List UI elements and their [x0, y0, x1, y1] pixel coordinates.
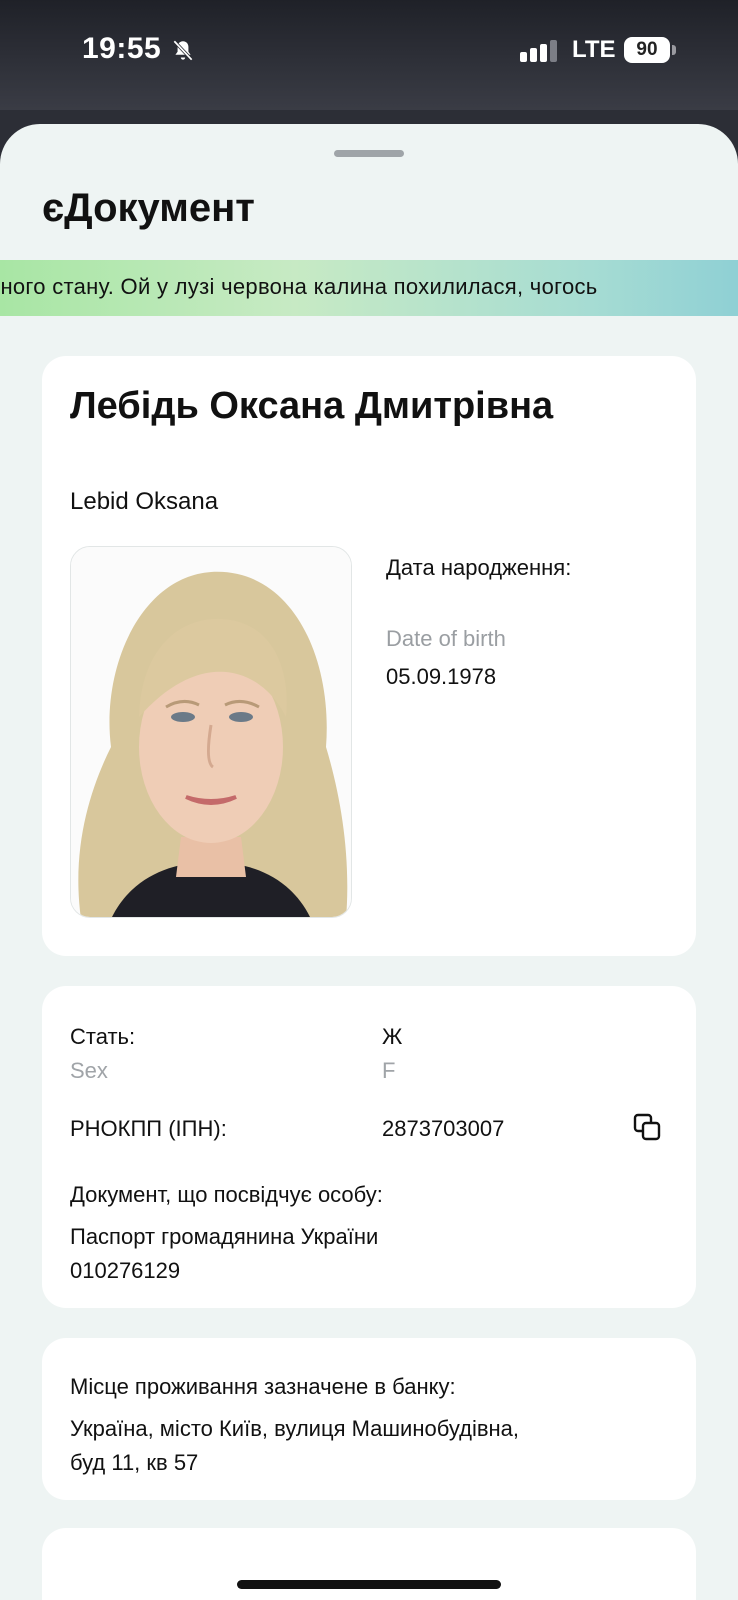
ticker-text: нного стану. Ой у лузі червона калина по… — [0, 274, 598, 299]
rnokpp-label: РНОКПП (ІПН): — [70, 1116, 227, 1141]
sex-value-en: F — [382, 1058, 396, 1083]
battery-level: 90 — [636, 39, 658, 60]
dob-value: 05.09.1978 — [386, 664, 497, 689]
full-name-uk: Лебідь Оксана Дмитрівна — [70, 385, 554, 427]
portrait-image — [71, 547, 351, 917]
dob-label: Дата народження: — [386, 555, 572, 580]
next-card — [42, 1528, 696, 1600]
details-card: Стать: Sex Ж F РНОКПП (ІПН): 2873703007 … — [42, 986, 696, 1308]
id-document-label: Документ, що посвідчує особу: — [70, 1182, 383, 1207]
full-name-en: Lebid Oksana — [70, 488, 219, 515]
sex-label: Стать: — [70, 1024, 136, 1049]
bell-off-icon — [173, 40, 193, 61]
battery-icon: 90 — [624, 37, 676, 63]
address-card: Місце проживання зазначене в банку: Укра… — [42, 1338, 696, 1500]
address-line-1: Україна, місто Київ, вулиця Машинобудівн… — [70, 1416, 520, 1441]
sex-value: Ж — [382, 1024, 403, 1049]
status-bar: 19:55 LTE 90 — [0, 0, 738, 110]
ticker-banner: нного стану. Ой у лузі червона калина по… — [0, 260, 738, 316]
copy-icon[interactable] — [632, 1112, 662, 1142]
sheet-grab-handle[interactable] — [334, 150, 404, 157]
rnokpp-value: 2873703007 — [382, 1116, 505, 1141]
page-title: єДокумент — [42, 186, 255, 230]
document-sheet: єДокумент нного стану. Ой у лузі червона… — [0, 124, 738, 1600]
id-document-type: Паспорт громадянина України — [70, 1224, 379, 1249]
person-photo — [70, 546, 352, 918]
status-time: 19:55 — [82, 32, 162, 65]
address-label: Місце проживання зазначене в банку: — [70, 1374, 456, 1399]
home-indicator[interactable] — [237, 1580, 501, 1589]
network-label: LTE — [572, 36, 616, 63]
id-document-number: 010276129 — [70, 1258, 181, 1283]
signal-icon — [520, 40, 557, 62]
sex-label-en: Sex — [70, 1058, 108, 1083]
address-line-2: буд 11, кв 57 — [70, 1450, 199, 1475]
dob-label-en: Date of birth — [386, 626, 506, 651]
identity-card: Лебідь Оксана Дмитрівна Lebid Oksana Дат… — [42, 356, 696, 956]
